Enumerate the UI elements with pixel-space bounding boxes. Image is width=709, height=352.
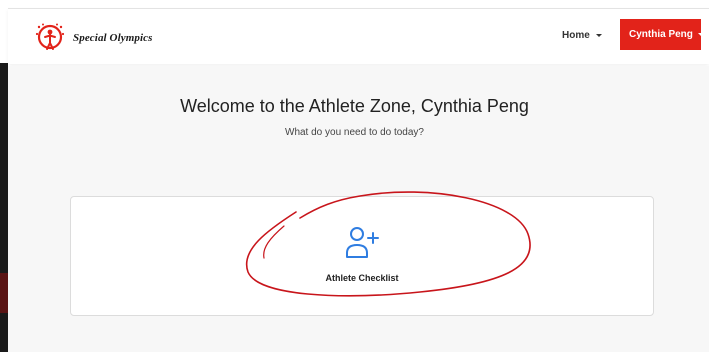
user-menu-button[interactable]: Cynthia Peng [620, 19, 704, 50]
user-name-label: Cynthia Peng [629, 29, 693, 40]
add-user-icon[interactable] [344, 224, 380, 260]
home-dropdown[interactable]: Home [562, 30, 602, 41]
athlete-checklist-label[interactable]: Athlete Checklist [0, 273, 709, 283]
page: Special Olympics Home Cynthia Peng Welco… [0, 0, 709, 352]
top-navbar: Special Olympics Home Cynthia Peng [8, 8, 709, 64]
brand-link[interactable]: Special Olympics [33, 23, 153, 53]
page-title: Welcome to the Athlete Zone, Cynthia Pen… [180, 96, 529, 116]
home-label: Home [562, 30, 590, 41]
special-olympics-logo-icon [35, 23, 65, 50]
chevron-down-icon [595, 34, 602, 37]
page-subtitle: What do you need to do today? [285, 127, 424, 138]
chevron-down-icon [697, 33, 704, 36]
brand-text: Special Olympics [73, 32, 153, 44]
